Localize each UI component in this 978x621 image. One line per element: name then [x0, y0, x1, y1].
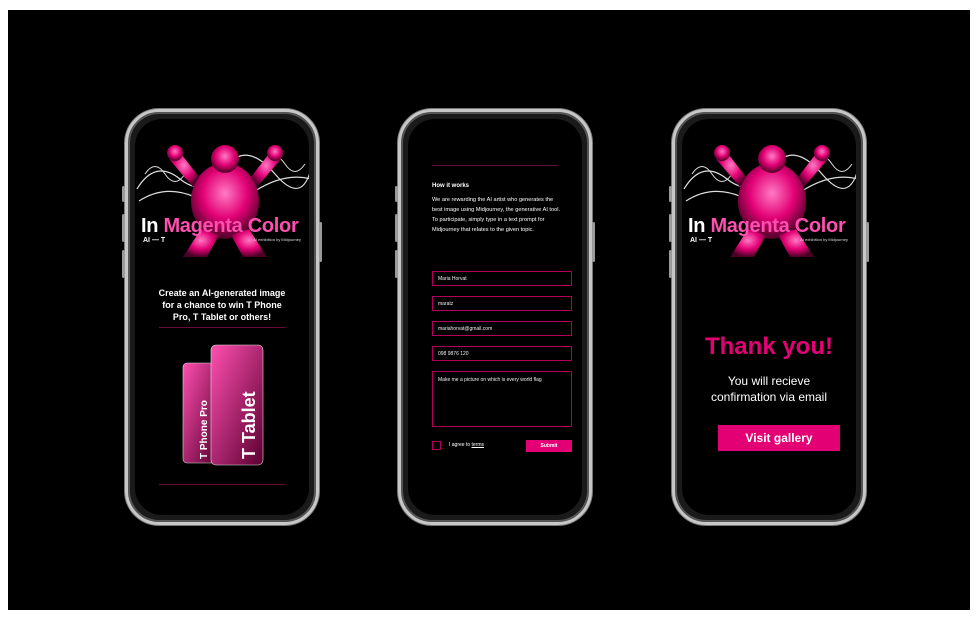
- how-it-works-body: We are rewarding the AI artist who gener…: [432, 197, 561, 233]
- confirmation-message: You will recieve confirmation via email: [710, 374, 828, 404]
- campaign-title: In Magenta Color: [141, 215, 299, 237]
- how-it-works-title: How it works: [432, 183, 470, 189]
- username-field[interactable]: maratz: [432, 296, 572, 311]
- campaign-credit: AI exhibition by Midjourney: [253, 237, 301, 242]
- phone-mockup-form: How it works We are rewarding the AI art…: [395, 109, 595, 525]
- intro-text: Create an AI-generated image for a chanc…: [158, 288, 286, 322]
- showcase-background: In Magenta Color AI — T AI exhibition by…: [8, 10, 970, 610]
- product-label-phone: T Phone Pro: [199, 400, 210, 459]
- campaign-subtitle: AI — T: [143, 237, 166, 244]
- phone-mockup-landing: In Magenta Color AI — T AI exhibition by…: [122, 109, 322, 525]
- name-field[interactable]: Maria Horvat: [432, 271, 572, 286]
- campaign-title: In Magenta Color: [688, 215, 846, 237]
- phone-screen: In Magenta Color AI — T AI exhibition by…: [682, 119, 856, 515]
- agree-label: I agree to terms: [449, 442, 485, 448]
- phone-field[interactable]: 098 9876 120: [432, 346, 572, 361]
- thank-you-heading: Thank you!: [704, 333, 833, 360]
- campaign-subtitle: AI — T: [690, 237, 713, 244]
- product-label-tablet: T Tablet: [239, 391, 259, 459]
- divider: [159, 327, 285, 328]
- divider: [432, 165, 558, 166]
- hero-artwork: [682, 129, 856, 289]
- prompt-textarea[interactable]: Make me a picture on which is every worl…: [432, 371, 572, 427]
- hero-artwork: [135, 129, 309, 289]
- email-field[interactable]: mariahorvat@gmail.com: [432, 321, 572, 336]
- terms-checkbox[interactable]: [432, 441, 441, 450]
- terms-link[interactable]: terms: [472, 442, 485, 448]
- phone-screen: How it works We are rewarding the AI art…: [408, 119, 582, 515]
- visit-gallery-button[interactable]: Visit gallery: [718, 425, 840, 451]
- submit-button[interactable]: Submit: [526, 440, 572, 452]
- phone-mockup-thank-you: In Magenta Color AI — T AI exhibition by…: [669, 109, 869, 525]
- campaign-credit: AI exhibition by Midjourney: [800, 237, 848, 242]
- phone-screen: In Magenta Color AI — T AI exhibition by…: [135, 119, 309, 515]
- divider: [159, 484, 285, 485]
- product-image: T Phone Pro T Tablet: [181, 341, 281, 471]
